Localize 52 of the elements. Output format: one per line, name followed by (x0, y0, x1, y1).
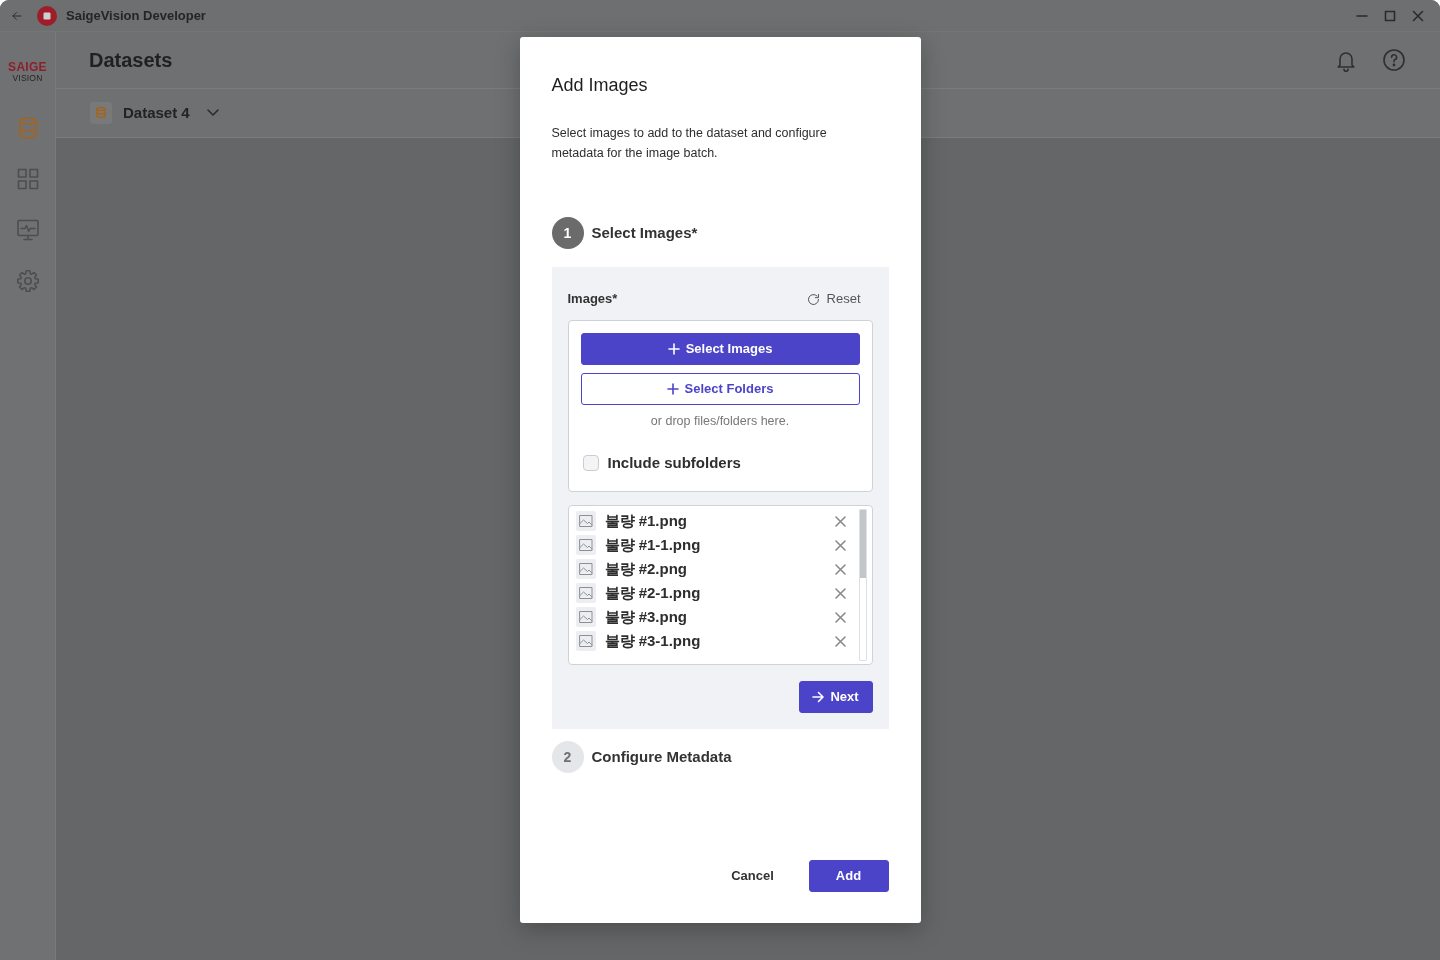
plus-icon (667, 343, 680, 355)
plus-icon (666, 383, 679, 395)
image-icon (575, 607, 596, 627)
image-icon (575, 631, 596, 651)
logo-text: SAIGE (8, 61, 47, 73)
window-title: SaigeVision Developer (66, 6, 206, 25)
close-icon[interactable] (834, 635, 846, 647)
logo-text: VISION (12, 73, 43, 83)
arrow-right-icon (812, 691, 825, 703)
file-name: 불량 #3-1.png (604, 630, 702, 651)
step-number: 2 (551, 741, 584, 773)
reset-button[interactable]: Reset (805, 289, 873, 309)
select-folders-button[interactable]: Select Folders (580, 373, 860, 405)
close-icon[interactable] (834, 515, 846, 527)
drop-hint: or drop files/folders here. (649, 413, 791, 430)
app-logo-icon (37, 5, 57, 26)
dialog-title: Add Images (551, 74, 649, 97)
next-button[interactable]: Next (798, 681, 873, 713)
scrollbar-thumb[interactable] (859, 510, 866, 578)
dialog-description: Select images to add to the dataset and configure metadata for the image batch. (551, 125, 828, 162)
checkbox-label: Include subfolders (607, 452, 741, 473)
monitor-icon[interactable] (15, 218, 40, 242)
close-icon[interactable] (834, 563, 846, 575)
file-name: 불량 #1-1.png (604, 534, 702, 555)
image-icon (575, 511, 596, 531)
step-number: 1 (551, 217, 584, 249)
maximize-icon[interactable] (1384, 9, 1396, 22)
file-name: 불량 #2-1.png (604, 582, 702, 603)
database-icon (90, 102, 112, 124)
field-label: Images* (567, 290, 618, 309)
close-icon[interactable] (834, 611, 846, 623)
step-title: Select Images* (591, 222, 698, 243)
close-icon[interactable] (1412, 9, 1424, 22)
file-name: 불량 #1.png (604, 510, 688, 531)
add-button[interactable]: Add (808, 860, 889, 892)
image-icon (575, 535, 596, 555)
file-name: 불량 #2.png (604, 558, 688, 579)
image-icon (575, 559, 596, 579)
page-title: Datasets (89, 48, 173, 73)
grid-icon[interactable] (15, 167, 40, 191)
settings-icon[interactable] (15, 269, 40, 293)
close-icon[interactable] (834, 587, 846, 599)
close-icon[interactable] (834, 539, 846, 551)
file-name: 불량 #3.png (604, 606, 688, 627)
step-title: Configure Metadata (591, 746, 732, 767)
image-icon (575, 583, 596, 603)
scrollbar[interactable] (858, 509, 867, 661)
select-images-button[interactable]: Select Images (580, 333, 860, 365)
cancel-button[interactable]: Cancel (716, 860, 789, 892)
help-icon[interactable] (1382, 48, 1406, 72)
checkbox[interactable] (582, 455, 599, 471)
refresh-icon (805, 291, 821, 307)
